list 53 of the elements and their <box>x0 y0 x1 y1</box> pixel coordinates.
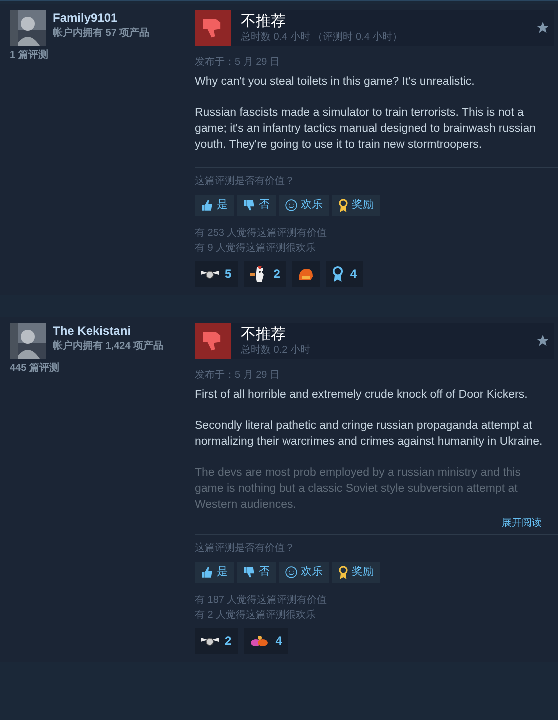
playtime: 总时数 0.2 小时 <box>241 344 312 356</box>
verdict-title: 不推荐 <box>241 12 287 30</box>
helpful-question: 这篇评测是否有价值？ <box>195 174 296 189</box>
reaction-badge[interactable]: 4 <box>326 261 364 287</box>
thumbs-up-icon <box>201 199 214 212</box>
author-name[interactable]: The Kekistani <box>53 323 164 339</box>
reaction-badge[interactable]: 2 <box>195 628 238 654</box>
cloud-icon <box>250 635 270 647</box>
vote-button[interactable]: 奖励 <box>332 562 380 583</box>
vote-button[interactable]: 否 <box>237 195 276 216</box>
thumbs-up-icon <box>201 566 214 579</box>
vote-button[interactable]: 欢乐 <box>279 562 329 583</box>
star-icon[interactable] <box>536 21 550 35</box>
vote-button[interactable]: 奖励 <box>332 195 380 216</box>
product-count: 帐户内拥有 1,424 项产品 <box>53 339 164 354</box>
verdict-title: 不推荐 <box>241 326 287 344</box>
smile-icon <box>285 566 298 579</box>
review-count: 445 篇评测 <box>10 362 60 376</box>
smile-icon <box>285 199 298 212</box>
winged-badge-icon <box>201 268 219 280</box>
thumbs-down-icon <box>243 199 256 212</box>
post-date: 发布于：5 月 29 日 <box>195 56 282 70</box>
playtime: 总时数 0.4 小时 （评测时 0.4 小时） <box>241 30 404 44</box>
review-paragraph: First of all horrible and extremely crude knock off of Door Kickers. <box>195 388 529 403</box>
thumbs-down-icon <box>243 566 256 579</box>
ribbon-icon <box>332 266 344 282</box>
review-count: 1 篇评测 <box>10 48 50 63</box>
author-name[interactable]: Family9101 <box>53 10 150 26</box>
read-more-link[interactable]: 展开阅读 <box>502 516 542 531</box>
vote-button[interactable]: 是 <box>195 195 234 216</box>
helmet-icon <box>298 267 314 281</box>
reaction-badge[interactable]: 2 <box>244 261 286 287</box>
star-icon[interactable] <box>536 334 550 348</box>
helpful-count: 有 187 人觉得这篇评测有价值 <box>195 594 328 608</box>
award-icon <box>338 198 349 212</box>
winged-badge-icon <box>201 635 219 647</box>
vote-button[interactable]: 否 <box>237 562 276 583</box>
helpful-count: 有 2 人觉得这篇评测很欢乐 <box>195 608 318 623</box>
post-date: 发布于：5 月 29 日 <box>195 369 282 383</box>
review-paragraph: Secondly literal pathetic and cringe russian propaganda attempt at normalizing their warcrimes and crimes against humanity in Ukraine. <box>195 419 544 450</box>
award-icon <box>338 566 349 580</box>
helpful-question: 这篇评测是否有价值？ <box>195 542 296 556</box>
reaction-badge[interactable] <box>292 261 320 287</box>
review-paragraph: The devs are most prob employed by a russian ministry and this game is nothing but a classic Soviet style subversion attempt at Western audiences. <box>195 466 522 513</box>
reaction-badge[interactable]: 4 <box>244 628 288 654</box>
vote-button[interactable]: 是 <box>195 562 234 583</box>
vote-button[interactable]: 欢乐 <box>279 195 329 216</box>
review-paragraph: Why can't you steal toilets in this game? It's unrealistic. <box>195 75 476 90</box>
product-count: 帐户内拥有 57 项产品 <box>53 26 150 41</box>
reaction-badge[interactable]: 5 <box>195 261 238 287</box>
review-paragraph: Russian fascists made a simulator to train terrorists. This is not a game; it's an infantry tactics manual designed to brainwash russian youth. They're going to use it to train new stormtroopers. <box>195 106 537 153</box>
helpful-count: 有 253 人觉得这篇评测有价值 <box>195 226 328 241</box>
helpful-count: 有 9 人觉得这篇评测很欢乐 <box>195 242 318 256</box>
